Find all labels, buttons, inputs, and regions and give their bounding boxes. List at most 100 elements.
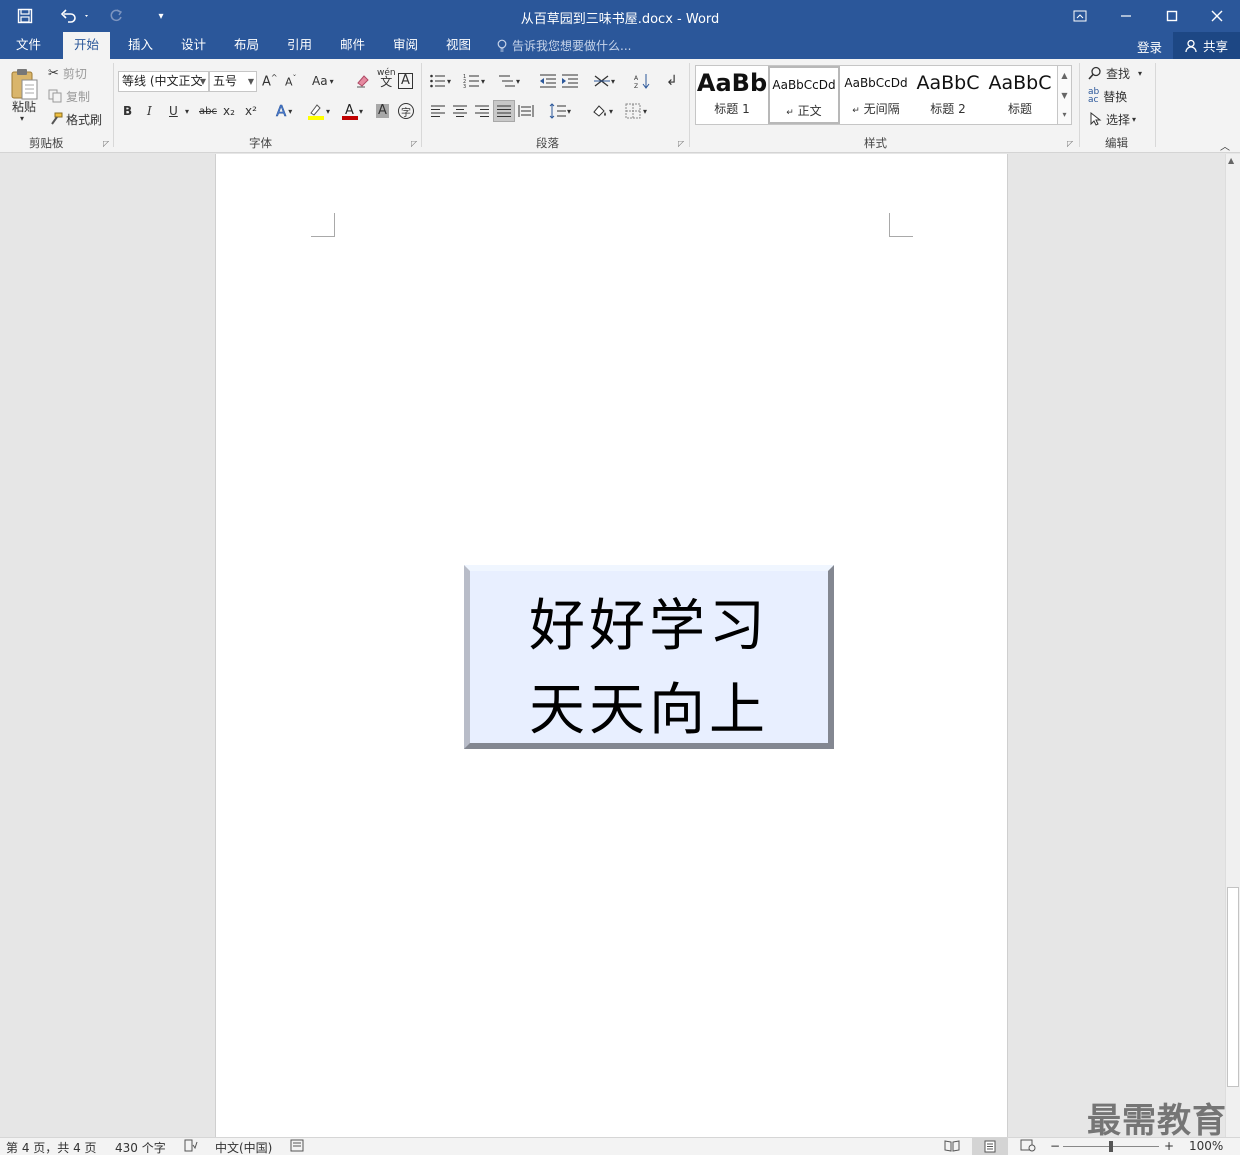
font-launcher-icon[interactable]: ◸: [411, 139, 417, 148]
more-icon[interactable]: ▾: [1058, 106, 1071, 124]
superscript-button[interactable]: x²: [245, 101, 257, 121]
find-button[interactable]: 查找 ▾: [1088, 63, 1142, 83]
chevron-down-icon[interactable]: ▼: [1058, 86, 1071, 106]
zoom-level[interactable]: 100%: [1189, 1139, 1223, 1153]
numbering-icon[interactable]: 1 2 3 ▾: [463, 71, 485, 91]
zoom-out-button[interactable]: −: [1050, 1139, 1060, 1153]
change-case-label: Aa: [312, 74, 328, 88]
decrease-indent-icon[interactable]: [539, 71, 557, 91]
bevel-shape[interactable]: 好好学习 天天向上: [464, 565, 834, 749]
share-button[interactable]: 共享: [1173, 32, 1240, 59]
bullets-icon[interactable]: ▾: [429, 71, 451, 91]
style-preview: AaBbCcDd: [772, 78, 836, 92]
style-heading-1[interactable]: AaBb 标题 1: [696, 66, 768, 124]
grow-font-icon[interactable]: A^: [262, 71, 278, 91]
change-case-button[interactable]: Aa ▾: [312, 71, 334, 91]
paste-dropdown-icon[interactable]: ▾: [20, 112, 24, 124]
tab-review[interactable]: 审阅: [382, 32, 429, 59]
align-right-icon[interactable]: [474, 101, 490, 121]
scroll-up-icon[interactable]: ▲: [1228, 156, 1234, 165]
cut-button[interactable]: ✂ 剪切: [48, 63, 87, 83]
font-size-combo[interactable]: 五号 ▼: [209, 71, 257, 92]
zoom-slider-thumb[interactable]: [1109, 1141, 1113, 1152]
group-separator: [421, 63, 422, 147]
format-painter-button[interactable]: 格式刷: [48, 109, 102, 129]
shading-icon[interactable]: ▾: [591, 101, 613, 121]
style-heading-2[interactable]: AaBbC 标题 2: [912, 66, 984, 124]
highlight-color-icon[interactable]: ▾: [306, 101, 330, 121]
select-button[interactable]: 选择 ▾: [1088, 109, 1136, 129]
word-count[interactable]: 430 个字: [115, 1139, 166, 1155]
style-no-spacing[interactable]: AaBbCcDd ↵ 无间隔: [840, 66, 912, 124]
read-mode-icon[interactable]: [944, 1139, 960, 1155]
style-preview: AaBbC: [916, 72, 980, 94]
ribbon-display-options-icon[interactable]: [1057, 0, 1103, 32]
paragraph-launcher-icon[interactable]: ◸: [678, 139, 684, 148]
zoom-in-button[interactable]: +: [1164, 1139, 1174, 1153]
chevron-down-icon[interactable]: ▾: [185, 101, 189, 121]
increase-indent-icon[interactable]: [561, 71, 579, 91]
tab-insert[interactable]: 插入: [117, 32, 164, 59]
tab-references[interactable]: 引用: [276, 32, 323, 59]
enclose-characters-icon[interactable]: 字: [398, 101, 414, 121]
sort-icon[interactable]: AZ: [634, 71, 652, 91]
style-name: ↵ 无间隔: [852, 102, 900, 116]
multilevel-list-icon[interactable]: ▾: [498, 71, 520, 91]
tab-mailings[interactable]: 邮件: [329, 32, 376, 59]
style-normal[interactable]: AaBbCcDd ↵ 正文: [768, 66, 840, 124]
close-icon[interactable]: [1194, 0, 1240, 32]
maximize-icon[interactable]: [1149, 0, 1195, 32]
chevron-up-icon[interactable]: ▲: [1058, 66, 1071, 86]
styles-launcher-icon[interactable]: ◸: [1067, 139, 1073, 148]
phonetic-guide-icon[interactable]: wén 文: [377, 69, 396, 89]
vertical-scrollbar[interactable]: ▲: [1225, 154, 1240, 1137]
group-separator: [689, 63, 690, 147]
character-border-icon[interactable]: A: [398, 71, 413, 91]
tab-view[interactable]: 视图: [435, 32, 482, 59]
macro-recording-icon[interactable]: [290, 1139, 304, 1155]
style-name: 标题 2: [930, 102, 966, 116]
print-layout-icon[interactable]: [972, 1138, 1008, 1155]
scrollbar-thumb[interactable]: [1227, 887, 1239, 1087]
justify-icon[interactable]: [493, 100, 515, 122]
styles-scroll[interactable]: ▲ ▼ ▾: [1058, 65, 1072, 125]
distributed-icon[interactable]: [518, 101, 534, 121]
style-preview: AaBbCcDd: [844, 76, 908, 90]
proofing-icon[interactable]: [184, 1139, 198, 1155]
clear-formatting-icon[interactable]: [355, 71, 371, 91]
tab-home[interactable]: 开始: [63, 32, 111, 59]
copy-button[interactable]: 复制: [48, 86, 90, 106]
align-left-icon[interactable]: [430, 101, 446, 121]
language-indicator[interactable]: 中文(中国): [215, 1139, 272, 1155]
style-title[interactable]: AaBbC 标题: [984, 66, 1056, 124]
tab-file[interactable]: 文件: [5, 32, 52, 59]
borders-icon[interactable]: ▾: [625, 101, 647, 121]
tell-me-search[interactable]: 告诉我您想要做什么...: [497, 37, 631, 54]
shrink-font-icon[interactable]: Aˇ: [285, 71, 297, 91]
tab-layout[interactable]: 布局: [223, 32, 270, 59]
minimize-icon[interactable]: [1103, 0, 1149, 32]
page-count[interactable]: 第 4 页，共 4 页: [6, 1139, 97, 1155]
bold-button[interactable]: B: [123, 101, 132, 121]
underline-button[interactable]: U: [169, 101, 178, 121]
strikethrough-button[interactable]: abc: [199, 101, 217, 121]
italic-button[interactable]: I: [147, 101, 152, 121]
web-layout-icon[interactable]: [1020, 1139, 1036, 1155]
ribbon-home: 粘贴 ▾ ✂ 剪切 复制 格式刷 剪贴板 ◸ 等线 (中文正文 ▼ 五号 ▼ A^ …: [0, 59, 1240, 153]
text-effects-icon[interactable]: A ▾: [276, 101, 293, 121]
clipboard-launcher-icon[interactable]: ◸: [103, 139, 109, 148]
collapse-ribbon-icon[interactable]: ︿: [1220, 135, 1230, 155]
tab-design[interactable]: 设计: [170, 32, 217, 59]
font-name-combo[interactable]: 等线 (中文正文 ▼: [118, 71, 209, 92]
show-formatting-marks-icon[interactable]: ↲: [666, 71, 678, 91]
sign-in-link[interactable]: 登录: [1137, 37, 1162, 56]
window-title: 从百草园到三味书屋.docx - Word: [520, 12, 720, 27]
chinese-layout-icon[interactable]: ▾: [593, 71, 615, 91]
character-shading-icon[interactable]: A: [376, 101, 389, 121]
subscript-button[interactable]: x₂: [223, 101, 235, 121]
line-spacing-icon[interactable]: ▾: [549, 101, 571, 121]
font-color-icon[interactable]: A ▾: [341, 101, 363, 121]
align-center-icon[interactable]: [452, 101, 468, 121]
replace-button[interactable]: ab ac 替换: [1088, 86, 1127, 106]
find-label: 查找: [1106, 66, 1131, 81]
